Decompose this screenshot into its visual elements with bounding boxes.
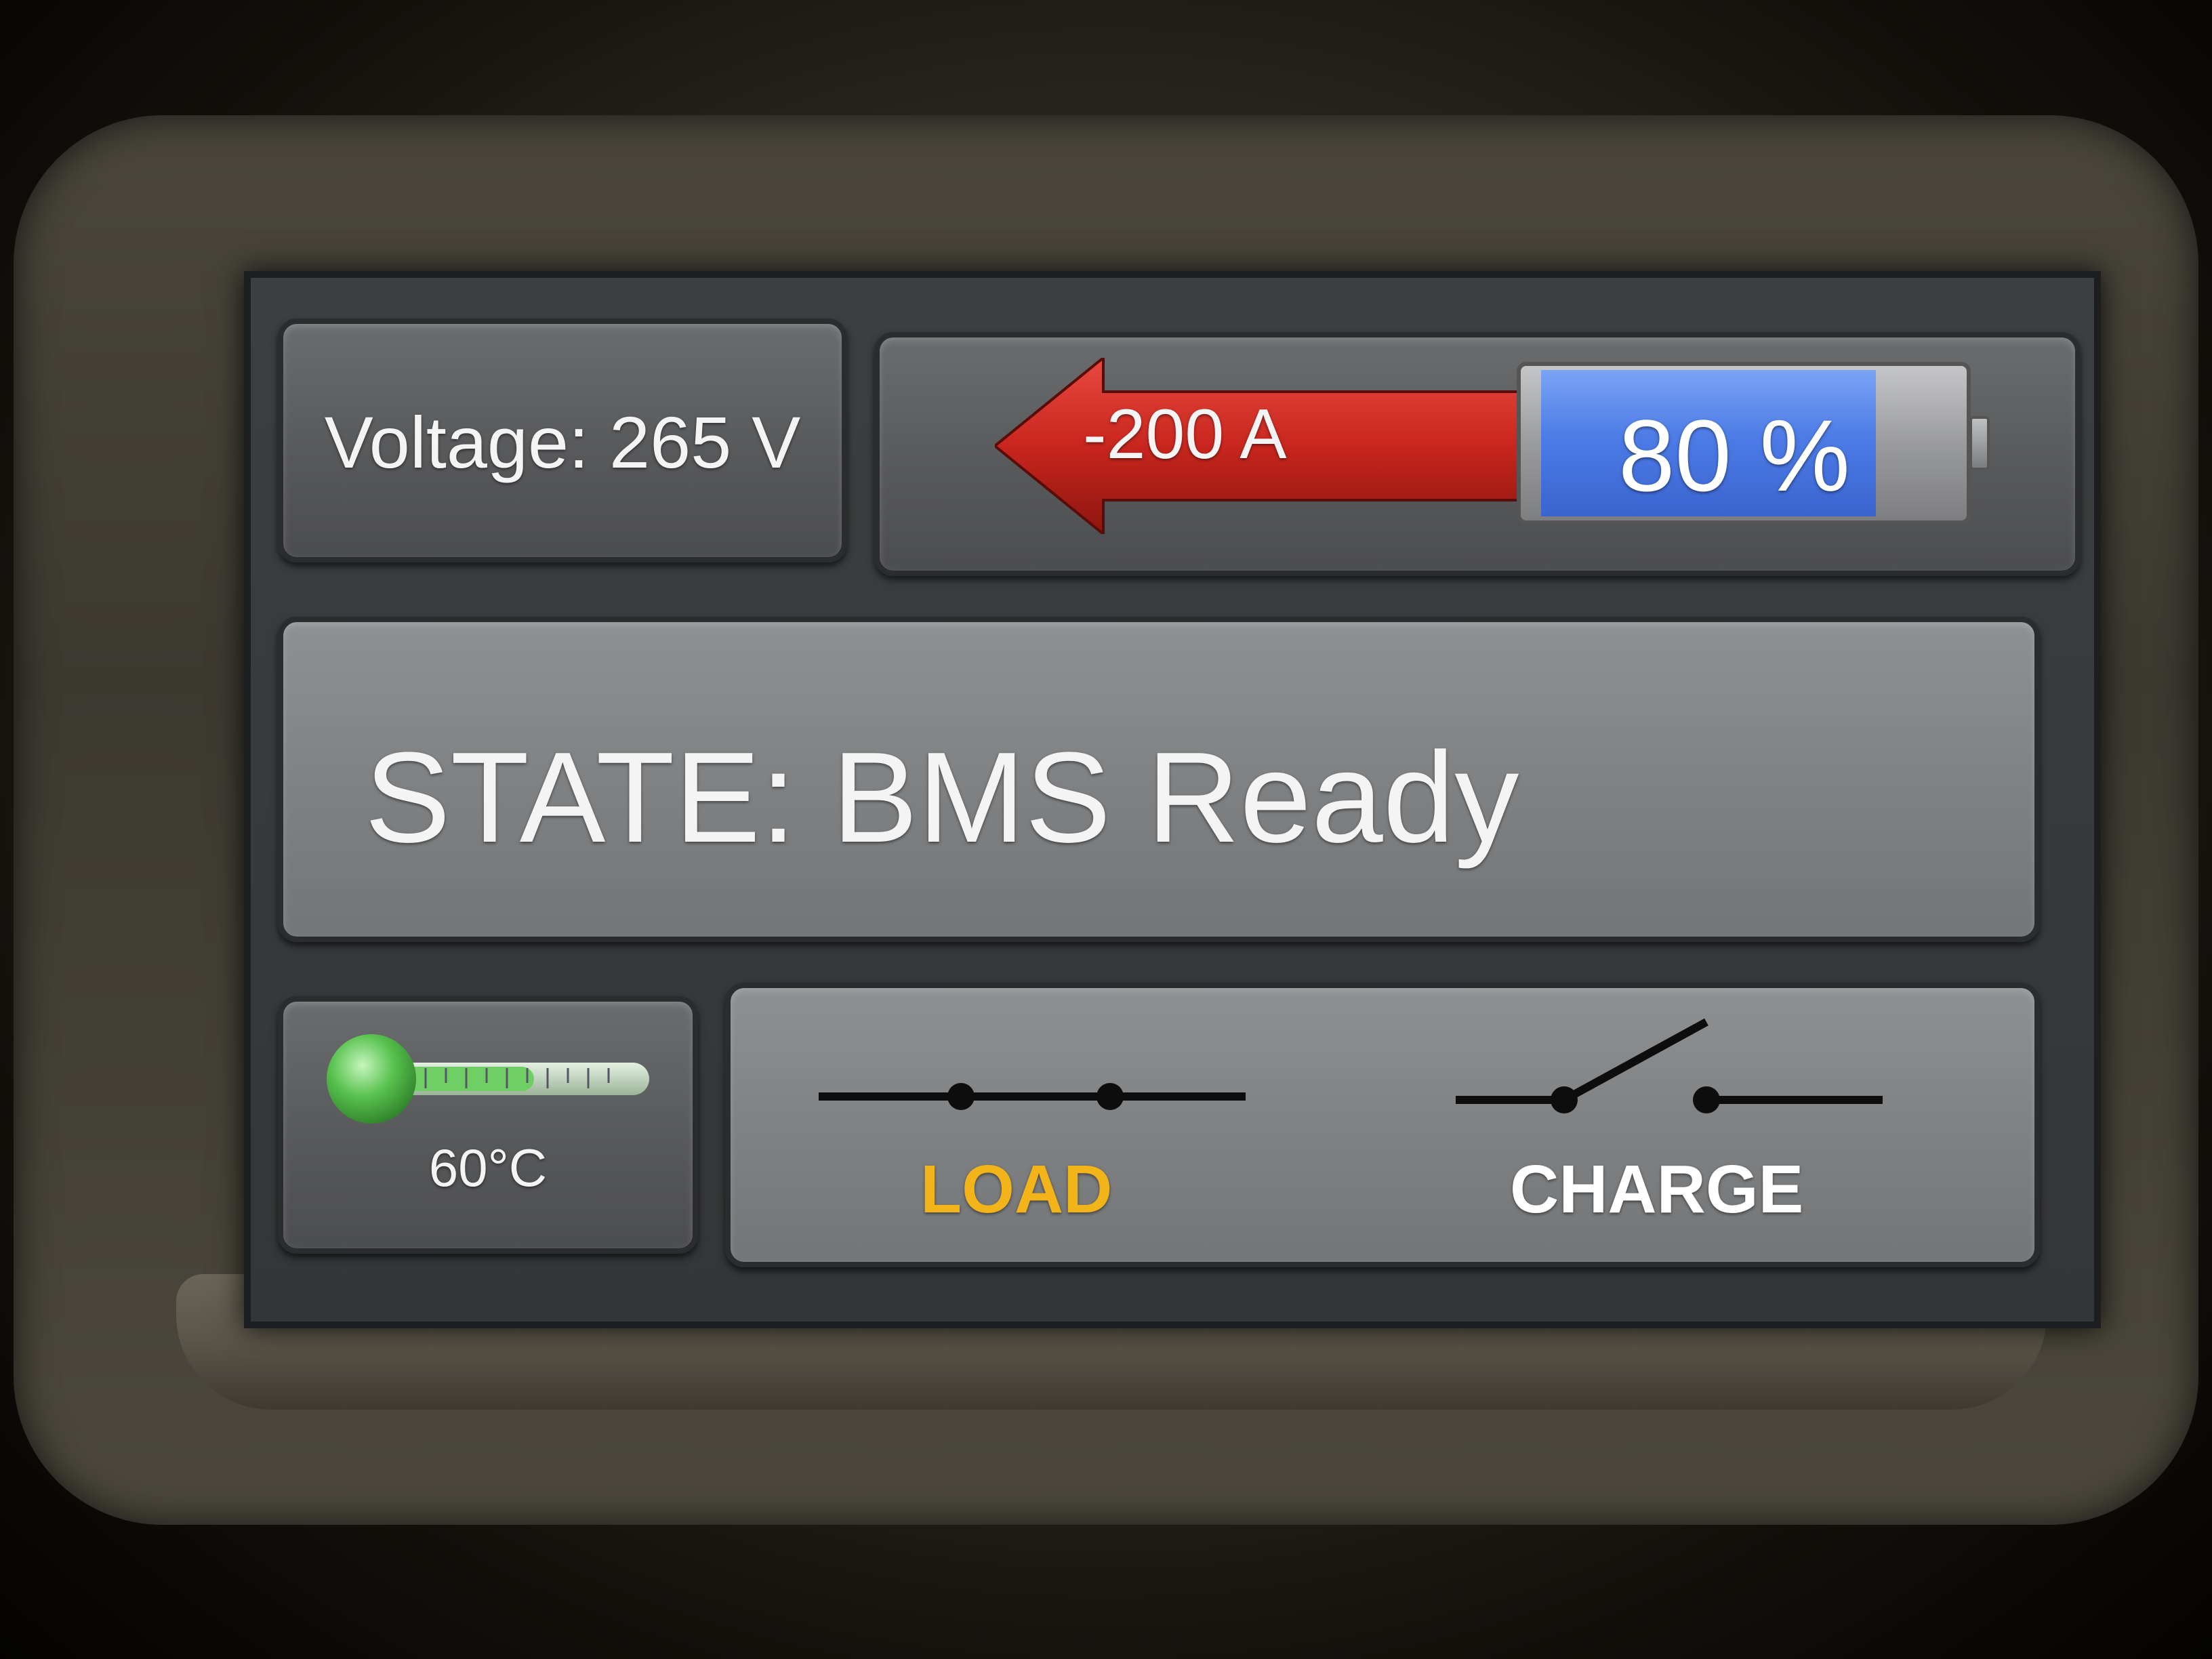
current-battery-panel: -200 A 80 % <box>874 332 2081 576</box>
charge-switch-open-icon <box>1456 1018 1883 1113</box>
current-readout: -200 A <box>1083 395 1287 474</box>
switch-panel: LOAD CHARGE <box>725 983 2040 1267</box>
voltage-panel: Voltage: 265 V <box>278 319 847 562</box>
battery-icon: 80 % <box>1517 362 1991 525</box>
thermometer-icon <box>327 1034 649 1124</box>
battery-cap <box>1969 416 1990 470</box>
temperature-panel: 60°C <box>278 996 698 1254</box>
load-switch-closed-icon <box>819 1083 1246 1110</box>
charge-switch-label[interactable]: CHARGE <box>1510 1151 1803 1229</box>
load-switch-label[interactable]: LOAD <box>920 1151 1112 1229</box>
state-readout: STATE: BMS Ready <box>365 726 1519 869</box>
display-screen: Voltage: 265 V -200 A 80 % STATE: BMS Re… <box>244 271 2101 1328</box>
switch-diagrams <box>819 1018 1883 1113</box>
device-bezel: Voltage: 265 V -200 A 80 % STATE: BMS Re… <box>0 0 2212 1659</box>
state-panel: STATE: BMS Ready <box>278 617 2040 942</box>
temperature-readout: 60°C <box>428 1138 548 1197</box>
voltage-readout: Voltage: 265 V <box>324 401 801 483</box>
battery-percent: 80 % <box>1618 398 1850 512</box>
